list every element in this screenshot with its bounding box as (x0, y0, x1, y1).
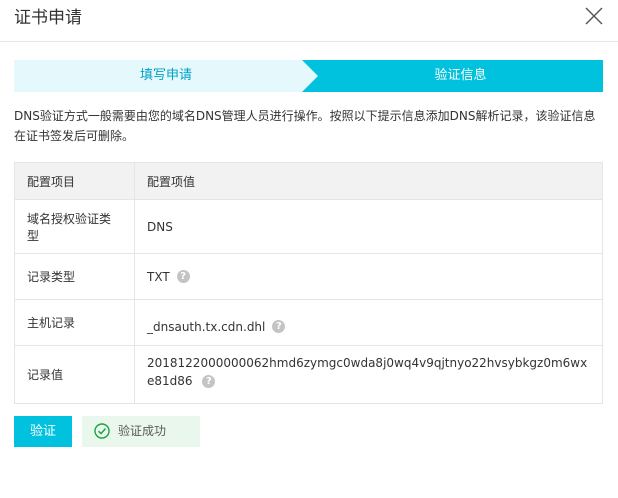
help-icon[interactable]: ? (202, 375, 216, 388)
row-value: TXT ? (135, 254, 602, 299)
row-value: 2018122000000062hmd6zymgc0wda8j0wq4v9qjt… (135, 346, 602, 403)
row-label: 域名授权验证类型 (15, 200, 135, 253)
row-value: _dnsauth.tx.cdn.dhl ? (135, 300, 602, 345)
row-label: 记录值 (15, 346, 135, 403)
success-text: 验证成功 (118, 424, 167, 438)
step-verify-info: 验证信息 (434, 68, 487, 83)
help-icon[interactable]: ? (272, 320, 286, 333)
row-label: 主机记录 (15, 300, 135, 345)
row-label-text: 主机记录 (27, 316, 76, 330)
verify-button[interactable]: 验证 (14, 416, 72, 447)
table-header-row: 配置项目 配置项值 (15, 163, 602, 199)
table-row-verify-type: 域名授权验证类型 DNS (15, 199, 602, 253)
table-row-host-record: 主机记录 _dnsauth.tx.cdn.dhl ? (15, 299, 602, 345)
check-circle-icon (94, 423, 110, 439)
row-label-text: 记录值 (27, 368, 64, 382)
dialog-title: 证书申请 (14, 8, 82, 28)
step-fill-application: 填写申请 (139, 68, 192, 83)
dialog-header: 证书申请 (0, 0, 618, 42)
certificate-dialog: 证书申请 填写申请 验证信息 DNS验证方式一般需要由您的域名DNS管理人员进行… (0, 0, 618, 498)
column-header-value: 配置项值 (135, 163, 602, 199)
help-icon[interactable]: ? (176, 270, 190, 283)
progress-steps: 填写申请 验证信息 (14, 60, 603, 92)
row-value-text[interactable]: DNS (147, 220, 173, 234)
row-label: 记录类型 (15, 254, 135, 299)
close-icon[interactable] (584, 6, 604, 26)
row-value: DNS (135, 200, 602, 253)
dns-description: DNS验证方式一般需要由您的域名DNS管理人员进行操作。按照以下提示信息添加DN… (14, 109, 596, 143)
column-header-item: 配置项目 (15, 163, 135, 199)
config-table: 配置项目 配置项值 域名授权验证类型 DNS 记录类型 TXT ? 主机记录 _… (14, 162, 603, 404)
column-header-item-label: 配置项目 (27, 174, 76, 189)
row-label-text: 记录类型 (27, 270, 76, 284)
column-header-value-label: 配置项值 (147, 174, 196, 189)
row-value-text[interactable]: _dnsauth.tx.cdn.dhl (147, 320, 265, 334)
table-row-record-type: 记录类型 TXT ? (15, 253, 602, 299)
verify-success-status: 验证成功 (82, 416, 200, 447)
row-label-text: 域名授权验证类型 (27, 211, 112, 243)
table-row-record-value: 记录值 2018122000000062hmd6zymgc0wda8j0wq4v… (15, 345, 602, 403)
row-value-text[interactable]: TXT (147, 270, 170, 284)
